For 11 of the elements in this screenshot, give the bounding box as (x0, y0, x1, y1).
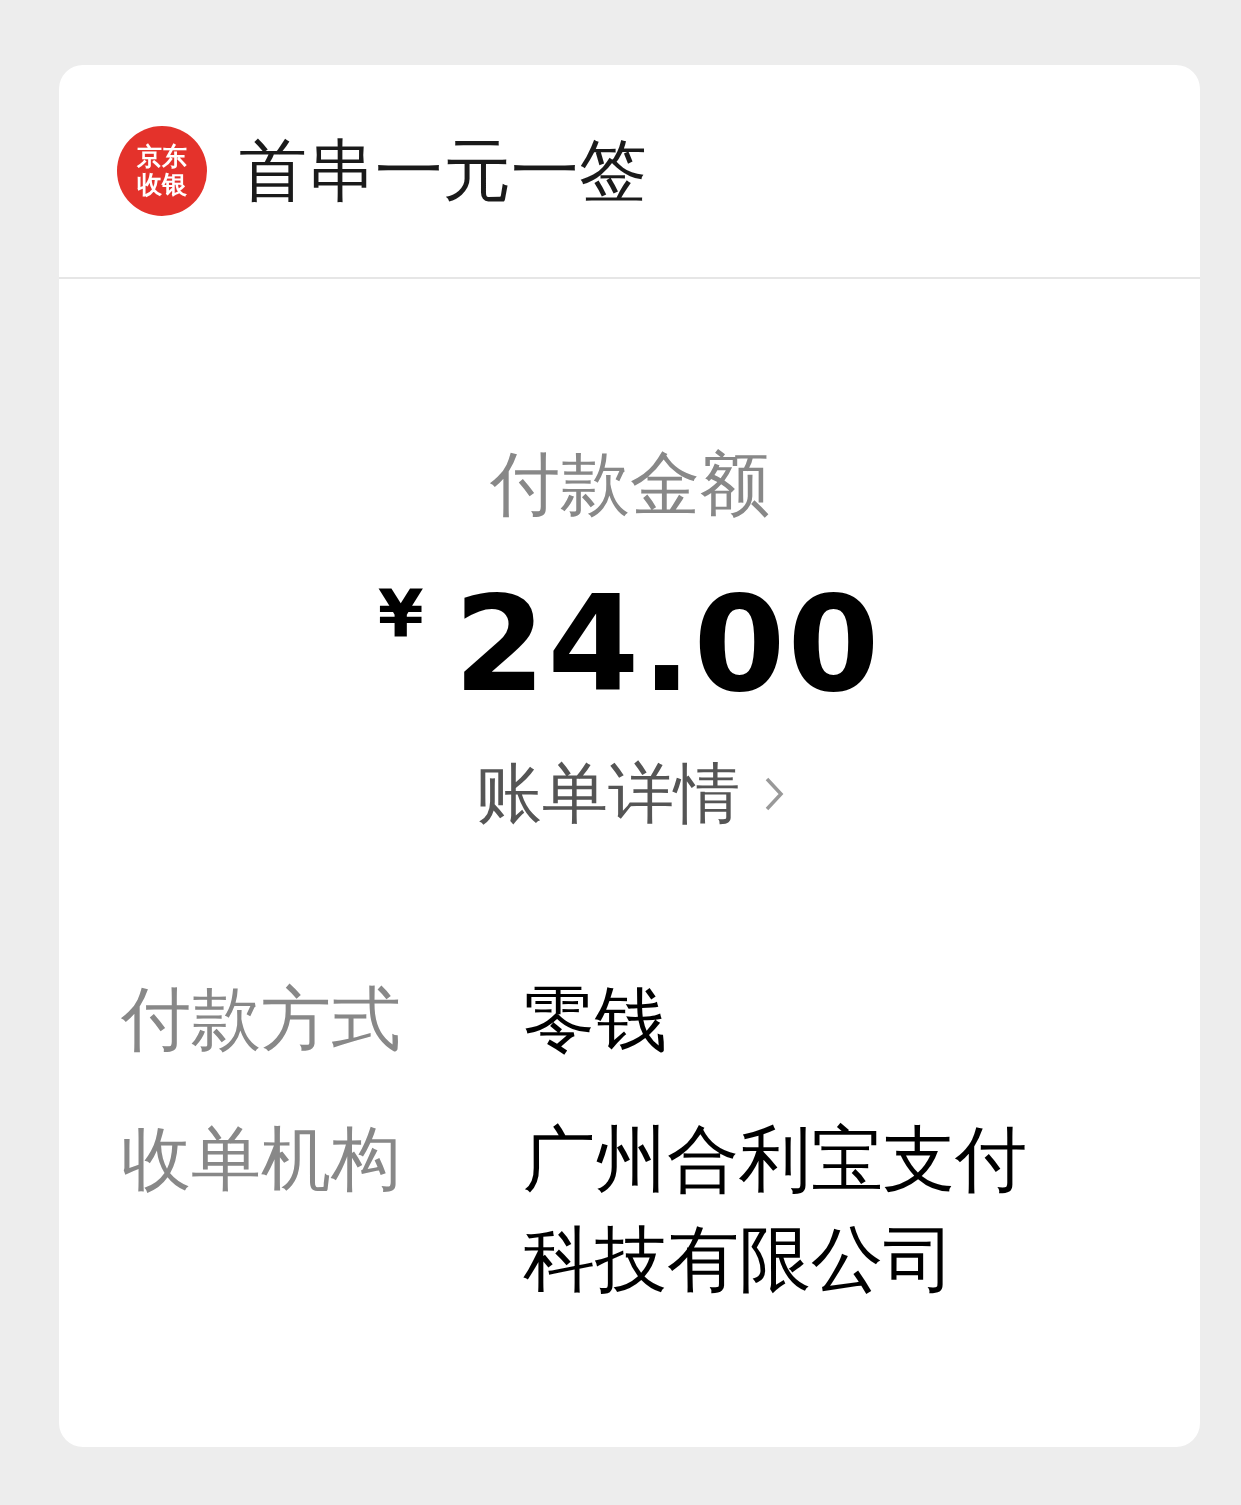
merchant-title: 首串一元一签 (239, 129, 647, 212)
field-label: 付款方式 (121, 977, 402, 1062)
logo-icon: 京东 收银 (117, 126, 207, 216)
field-value: 零钱 (523, 976, 668, 1063)
bill-details-link[interactable]: 账单详情 (475, 749, 784, 839)
currency-symbol: ¥ (377, 574, 424, 654)
field-label: 收单机构 (121, 1117, 402, 1202)
chevron-icon (763, 776, 784, 812)
amount-value: 24.00 (453, 569, 882, 719)
amount-label: 付款金额 (489, 442, 770, 527)
field-value: 广州合利宝支付科技有限公司 (523, 1116, 1028, 1303)
